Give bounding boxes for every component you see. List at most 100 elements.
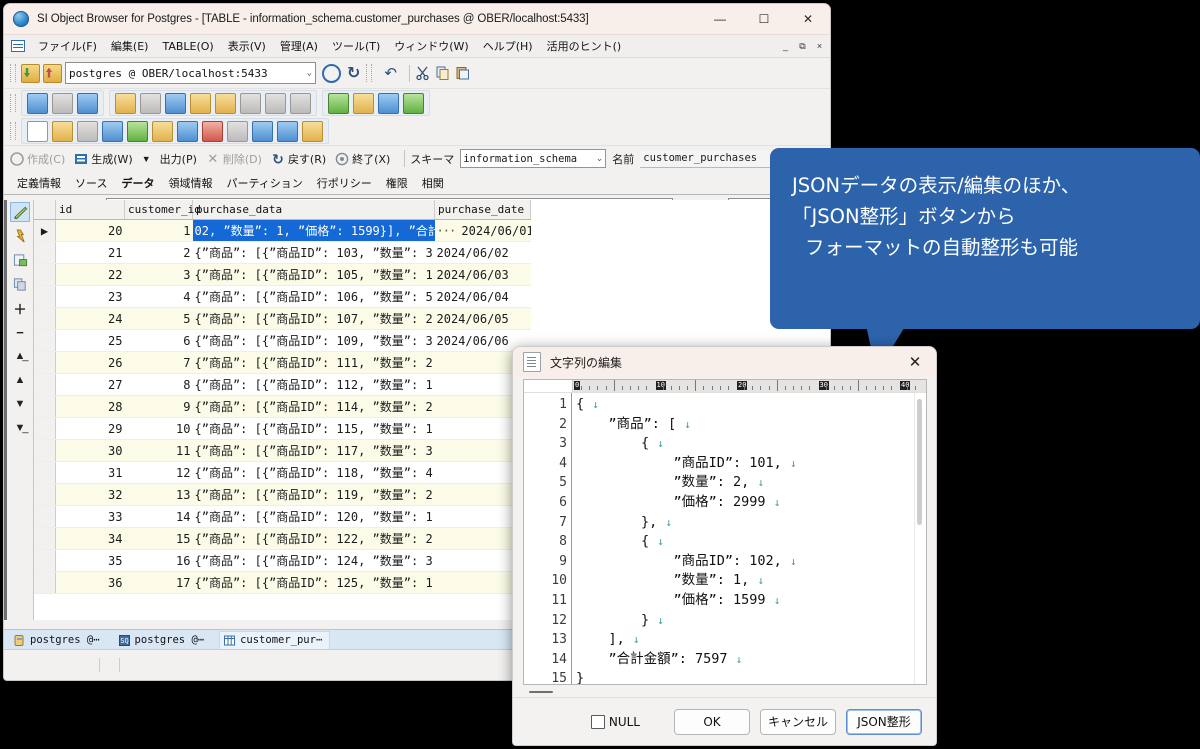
ok-button[interactable]: OK — [674, 708, 750, 735]
export-icon[interactable] — [353, 92, 374, 114]
window-tab-table[interactable]: customer_pur⋯ — [219, 630, 331, 650]
output-button[interactable]: 出力(P) — [160, 151, 197, 167]
editor-text-region[interactable]: 1 2 3 4 5 6 7 8 9 10 11 12 13 14 15 { ↓ ”商品”: [ ↓ { ↓ … — [524, 393, 926, 684]
tab-source[interactable]: ソース — [68, 172, 114, 194]
cell-purchase-data[interactable]: {”商品”: [{”商品ID”: 114, ”数量”: 2 — [192, 395, 435, 418]
column-icon[interactable] — [215, 92, 236, 114]
table-icon[interactable] — [27, 120, 48, 142]
cell-customer-id[interactable]: 8 — [124, 373, 193, 396]
connection-combobox[interactable]: postgres @ OBER/localhost:5433 ⌄ — [65, 62, 316, 84]
tab-storage[interactable]: 領域情報 — [161, 172, 219, 194]
row-marker[interactable] — [34, 263, 56, 286]
copy-rows-icon[interactable] — [10, 274, 30, 294]
cell-customer-id[interactable]: 2 — [124, 241, 193, 264]
table-row[interactable]: 27 8 {”商品”: [{”商品ID”: 112, ”数量”: 1 — [34, 373, 531, 396]
toolbar-grip-2[interactable] — [366, 64, 373, 82]
menu-item-manage[interactable]: 管理(A) — [273, 38, 325, 54]
tab-data[interactable]: データ — [114, 172, 162, 194]
cell-customer-id[interactable]: 15 — [124, 527, 193, 550]
cell-id[interactable]: 23 — [55, 285, 125, 308]
cell-purchase-data[interactable]: {”商品”: [{”商品ID”: 103, ”数量”: 3, ”価格”: 999… — [192, 241, 435, 264]
create-button[interactable]: 作成(C) — [10, 151, 65, 167]
menu-item-tools[interactable]: ツール(T) — [325, 38, 387, 54]
mdi-minimize-button[interactable]: _ — [778, 39, 793, 54]
tab-row-policy[interactable]: 行ポリシー — [310, 172, 379, 194]
row-marker[interactable]: ▶ — [34, 219, 56, 242]
commit-icon[interactable] — [10, 226, 30, 246]
column-header-purchase-date[interactable]: purchase_date — [434, 200, 531, 220]
compare-icon[interactable] — [378, 92, 399, 114]
menu-item-edit[interactable]: 編集(E) — [104, 38, 156, 54]
refresh-icon[interactable]: ↺ — [347, 63, 360, 83]
query-plan-icon[interactable] — [52, 92, 73, 114]
row-marker[interactable] — [34, 527, 56, 550]
add-row-icon[interactable]: ＋ — [10, 298, 30, 318]
cell-customer-id[interactable]: 16 — [124, 549, 193, 572]
row-marker[interactable] — [34, 329, 56, 352]
scrollbar-thumb[interactable] — [917, 399, 922, 525]
remove-row-icon[interactable]: − — [10, 322, 30, 342]
window-tab-connection[interactable]: postgres @⋯ — [10, 632, 107, 649]
cell-purchase-data[interactable]: {”商品”: [{”商品ID”: 111, ”数量”: 2 — [192, 351, 435, 374]
cell-purchase-data[interactable]: {”商品”: [{”商品ID”: 105, ”数量”: 1, ”価格”: 499… — [192, 263, 435, 286]
cell-overflow-ellipsis[interactable]: ··· — [437, 224, 462, 238]
view-icon[interactable] — [102, 120, 123, 142]
code-text-area[interactable]: { ↓ ”商品”: [ ↓ { ↓ ”商品ID”: 101, ↓ ”数量”: 2… — [572, 393, 926, 684]
column-header-id[interactable]: id — [55, 200, 125, 220]
cell-purchase-data[interactable]: {”商品”: [{”商品ID”: 109, ”数量”: 3, ”価格”: 129… — [192, 329, 435, 352]
toolbar-grip-4[interactable] — [10, 122, 16, 140]
table-row[interactable]: 36 17 {”商品”: [{”商品ID”: 125, ”数量”: 1 — [34, 571, 531, 594]
table-row[interactable]: 32 13 {”商品”: [{”商品ID”: 119, ”数量”: 2 — [34, 483, 531, 506]
table-row[interactable]: 223{”商品”: [{”商品ID”: 105, ”数量”: 1, ”価格”: … — [34, 263, 531, 286]
next-row-icon[interactable]: ▼ — [10, 394, 30, 414]
connect-icon[interactable] — [21, 63, 40, 83]
row-marker[interactable] — [34, 241, 56, 264]
table-row[interactable]: 212{”商品”: [{”商品ID”: 103, ”数量”: 3, ”価格”: … — [34, 241, 531, 264]
table-row[interactable]: 26 7 {”商品”: [{”商品ID”: 111, ”数量”: 2 — [34, 351, 531, 374]
cell-customer-id[interactable]: 17 — [124, 571, 193, 594]
tab-definition[interactable]: 定義情報 — [10, 172, 68, 194]
delete-button[interactable]: ✕ 削除(D) — [206, 151, 262, 167]
cell-purchase-data[interactable]: {”商品”: [{”商品ID”: 124, ”数量”: 3 — [192, 549, 435, 572]
table-row[interactable]: 35 16 {”商品”: [{”商品ID”: 124, ”数量”: 3 — [34, 549, 531, 572]
table-row[interactable]: 245{”商品”: [{”商品ID”: 107, ”数量”: 2, ”価格”: … — [34, 307, 531, 330]
generate-button[interactable]: 生成(W) — [74, 151, 133, 167]
tablespace-icon[interactable] — [140, 92, 161, 114]
cell-id[interactable]: 22 — [55, 263, 125, 286]
cell-customer-id[interactable]: 7 — [124, 351, 193, 374]
cell-purchase-data[interactable]: {”商品”: [{”商品ID”: 122, ”数量”: 2 — [192, 527, 435, 550]
cell-purchase-date[interactable]: 2024/06/04 — [434, 285, 531, 308]
sequence-icon[interactable] — [127, 120, 148, 142]
comment-icon[interactable] — [277, 120, 298, 142]
quit-button[interactable]: 終了(X) — [335, 151, 390, 167]
cell-id[interactable]: 29 — [55, 417, 125, 440]
cell-id[interactable]: 27 — [55, 373, 125, 396]
cell-purchase-data[interactable]: {”商品”: [{”商品ID”: 118, ”数量”: 4 — [192, 461, 435, 484]
schema-icon[interactable] — [252, 120, 273, 142]
cell-purchase-data[interactable]: {”商品”: [{”商品ID”: 112, ”数量”: 1 — [192, 373, 435, 396]
cell-id[interactable]: 31 — [55, 461, 125, 484]
cell-customer-id[interactable]: 12 — [124, 461, 193, 484]
json-format-button[interactable]: JSON整形 — [846, 708, 922, 735]
row-marker[interactable] — [34, 373, 56, 396]
row-marker[interactable] — [34, 483, 56, 506]
table-row[interactable]: 28 9 {”商品”: [{”商品ID”: 114, ”数量”: 2 — [34, 395, 531, 418]
toolbar-grip[interactable] — [10, 64, 16, 82]
cell-customer-id[interactable]: 6 — [124, 329, 193, 352]
cell-id[interactable]: 33 — [55, 505, 125, 528]
scissors-icon[interactable] — [415, 65, 431, 81]
cell-purchase-date[interactable]: ··· 2024/06/01 — [434, 219, 531, 242]
row-marker[interactable] — [34, 461, 56, 484]
table-row[interactable]: 256{”商品”: [{”商品ID”: 109, ”数量”: 3, ”価格”: … — [34, 329, 531, 352]
cell-id[interactable]: 25 — [55, 329, 125, 352]
cell-purchase-data[interactable]: 02, ”数量”: 1, ”価格”: 1599}], ”合計金額”: 7597} — [192, 219, 435, 242]
user-icon[interactable] — [115, 92, 136, 114]
cell-customer-id[interactable]: 14 — [124, 505, 193, 528]
cell-purchase-data[interactable]: {”商品”: [{”商品ID”: 117, ”数量”: 3 — [192, 439, 435, 462]
cell-id[interactable]: 32 — [55, 483, 125, 506]
row-marker[interactable] — [34, 417, 56, 440]
cell-customer-id[interactable]: 9 — [124, 395, 193, 418]
revert-button[interactable]: ↻ 戻す(R) — [271, 151, 326, 167]
undo-icon[interactable]: ↶ — [384, 64, 397, 82]
cell-purchase-date[interactable]: 2024/06/02 — [434, 241, 531, 264]
